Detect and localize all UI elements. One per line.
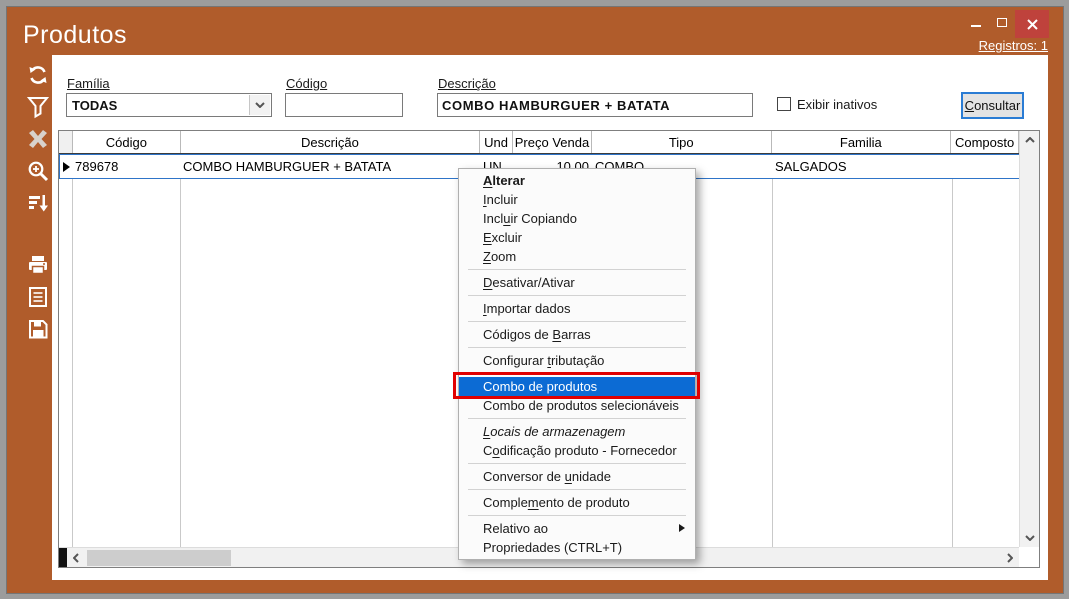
- familia-dropdown-button[interactable]: [249, 95, 270, 115]
- column-header-preco-venda[interactable]: Preço Venda: [513, 131, 592, 153]
- menu-item-locais-de-armazenagem[interactable]: Locais de armazenagem: [459, 422, 695, 441]
- menu-separator: [468, 463, 686, 464]
- sort-icon[interactable]: [25, 190, 51, 216]
- window-controls: [963, 10, 1049, 38]
- menu-item-desativar-ativar[interactable]: Desativar/Ativar: [459, 273, 695, 292]
- descricao-input[interactable]: [437, 93, 753, 117]
- close-icon: [1027, 19, 1038, 30]
- grid-column-line: [952, 154, 953, 547]
- grid-column-line: [180, 154, 181, 547]
- menu-item-alterar[interactable]: Alterar: [459, 171, 695, 190]
- familia-value: TODAS: [72, 98, 117, 113]
- maximize-icon: [997, 18, 1007, 27]
- scroll-up-button[interactable]: [1020, 131, 1039, 149]
- close-button[interactable]: [1015, 10, 1049, 38]
- consultar-button[interactable]: Consultar: [961, 92, 1024, 119]
- menu-item-complemento-de-produto[interactable]: Complemento de produto: [459, 493, 695, 512]
- grid-column-line: [772, 154, 773, 547]
- menu-separator: [468, 373, 686, 374]
- scroll-down-button[interactable]: [1020, 529, 1039, 547]
- minimize-icon: [971, 25, 981, 27]
- column-header-composto[interactable]: Composto: [951, 131, 1019, 153]
- grid-column-line: [72, 154, 73, 547]
- hscrollbar-thumb[interactable]: [87, 550, 231, 566]
- menu-separator: [468, 515, 686, 516]
- menu-item-codigos-de-barras[interactable]: Códigos de Barras: [459, 325, 695, 344]
- chevron-down-icon: [255, 102, 265, 108]
- hscrollbar-corner-block: [59, 548, 67, 567]
- grid-header-row: CódigoDescriçãoUndPreço VendaTipoFamilia…: [59, 131, 1019, 154]
- codigo-label: Código: [286, 76, 327, 91]
- column-header-und[interactable]: Und: [480, 131, 513, 153]
- menu-item-codificacao-produto-fornecedor[interactable]: Codificação produto - Fornecedor: [459, 441, 695, 460]
- chevron-down-icon: [1025, 535, 1035, 541]
- submenu-arrow-icon: [679, 524, 685, 532]
- menu-item-incluir[interactable]: Incluir: [459, 190, 695, 209]
- codigo-input[interactable]: [285, 93, 403, 117]
- menu-item-zoom[interactable]: Zoom: [459, 247, 695, 266]
- column-header-descricao[interactable]: Descrição: [181, 131, 480, 153]
- maximize-button[interactable]: [989, 10, 1015, 34]
- menu-item-excluir[interactable]: Excluir: [459, 228, 695, 247]
- column-header-tipo[interactable]: Tipo: [592, 131, 772, 153]
- menu-item-conversor-de-unidade[interactable]: Conversor de unidade: [459, 467, 695, 486]
- menu-item-propriedades[interactable]: Propriedades (CTRL+T): [459, 538, 695, 557]
- familia-label: Família: [67, 76, 110, 91]
- menu-item-configurar-tributacao[interactable]: Configurar tributação: [459, 351, 695, 370]
- registros-link[interactable]: Registros: 1: [979, 38, 1048, 53]
- menu-separator: [468, 347, 686, 348]
- zoom-icon[interactable]: [25, 158, 51, 184]
- menu-item-combo-de-produtos-selecionaveis[interactable]: Combo de produtos selecionáveis: [459, 396, 695, 415]
- chevron-left-icon: [73, 553, 79, 563]
- row-arrow-icon: [63, 162, 70, 172]
- menu-separator: [468, 418, 686, 419]
- context-menu: AlterarIncluirIncluir CopiandoExcluirZoo…: [458, 168, 696, 560]
- grid-cell-composto[interactable]: [952, 155, 1019, 178]
- menu-item-incluir-copiando[interactable]: Incluir Copiando: [459, 209, 695, 228]
- chevron-up-icon: [1025, 137, 1035, 143]
- scroll-left-button[interactable]: [67, 548, 85, 567]
- menu-separator: [468, 295, 686, 296]
- print-icon[interactable]: [25, 252, 51, 278]
- menu-separator: [468, 321, 686, 322]
- chevron-right-icon: [1007, 553, 1013, 563]
- scroll-right-button[interactable]: [1001, 548, 1019, 567]
- vertical-scrollbar[interactable]: [1019, 131, 1039, 547]
- menu-item-relativo-ao[interactable]: Relativo ao: [459, 519, 695, 538]
- grid-cell-familia[interactable]: SALGADOS: [772, 155, 952, 178]
- refresh-icon[interactable]: [25, 62, 51, 88]
- menu-item-importar-dados[interactable]: Importar dados: [459, 299, 695, 318]
- report-icon[interactable]: [25, 284, 51, 310]
- clear-x-icon[interactable]: [25, 126, 51, 152]
- familia-select[interactable]: TODAS: [66, 93, 272, 117]
- column-header-familia[interactable]: Familia: [772, 131, 952, 153]
- exibir-inativos-label: Exibir inativos: [797, 97, 877, 112]
- filter-icon[interactable]: [25, 94, 51, 120]
- save-icon[interactable]: [25, 316, 51, 342]
- exibir-inativos-checkbox[interactable]: [777, 97, 791, 111]
- current-row-indicator: [60, 155, 72, 178]
- grid-cell-descricao[interactable]: COMBO HAMBURGUER + BATATA: [180, 155, 480, 178]
- menu-separator: [468, 489, 686, 490]
- menu-separator: [468, 269, 686, 270]
- menu-item-combo-de-produtos[interactable]: Combo de produtos: [459, 377, 695, 396]
- minimize-button[interactable]: [963, 10, 989, 34]
- row-selector-header: [59, 131, 73, 153]
- grid-cell-codigo[interactable]: 789678: [72, 155, 180, 178]
- column-header-codigo[interactable]: Código: [73, 131, 181, 153]
- window-title: Produtos: [23, 21, 127, 50]
- descricao-label: Descrição: [438, 76, 496, 91]
